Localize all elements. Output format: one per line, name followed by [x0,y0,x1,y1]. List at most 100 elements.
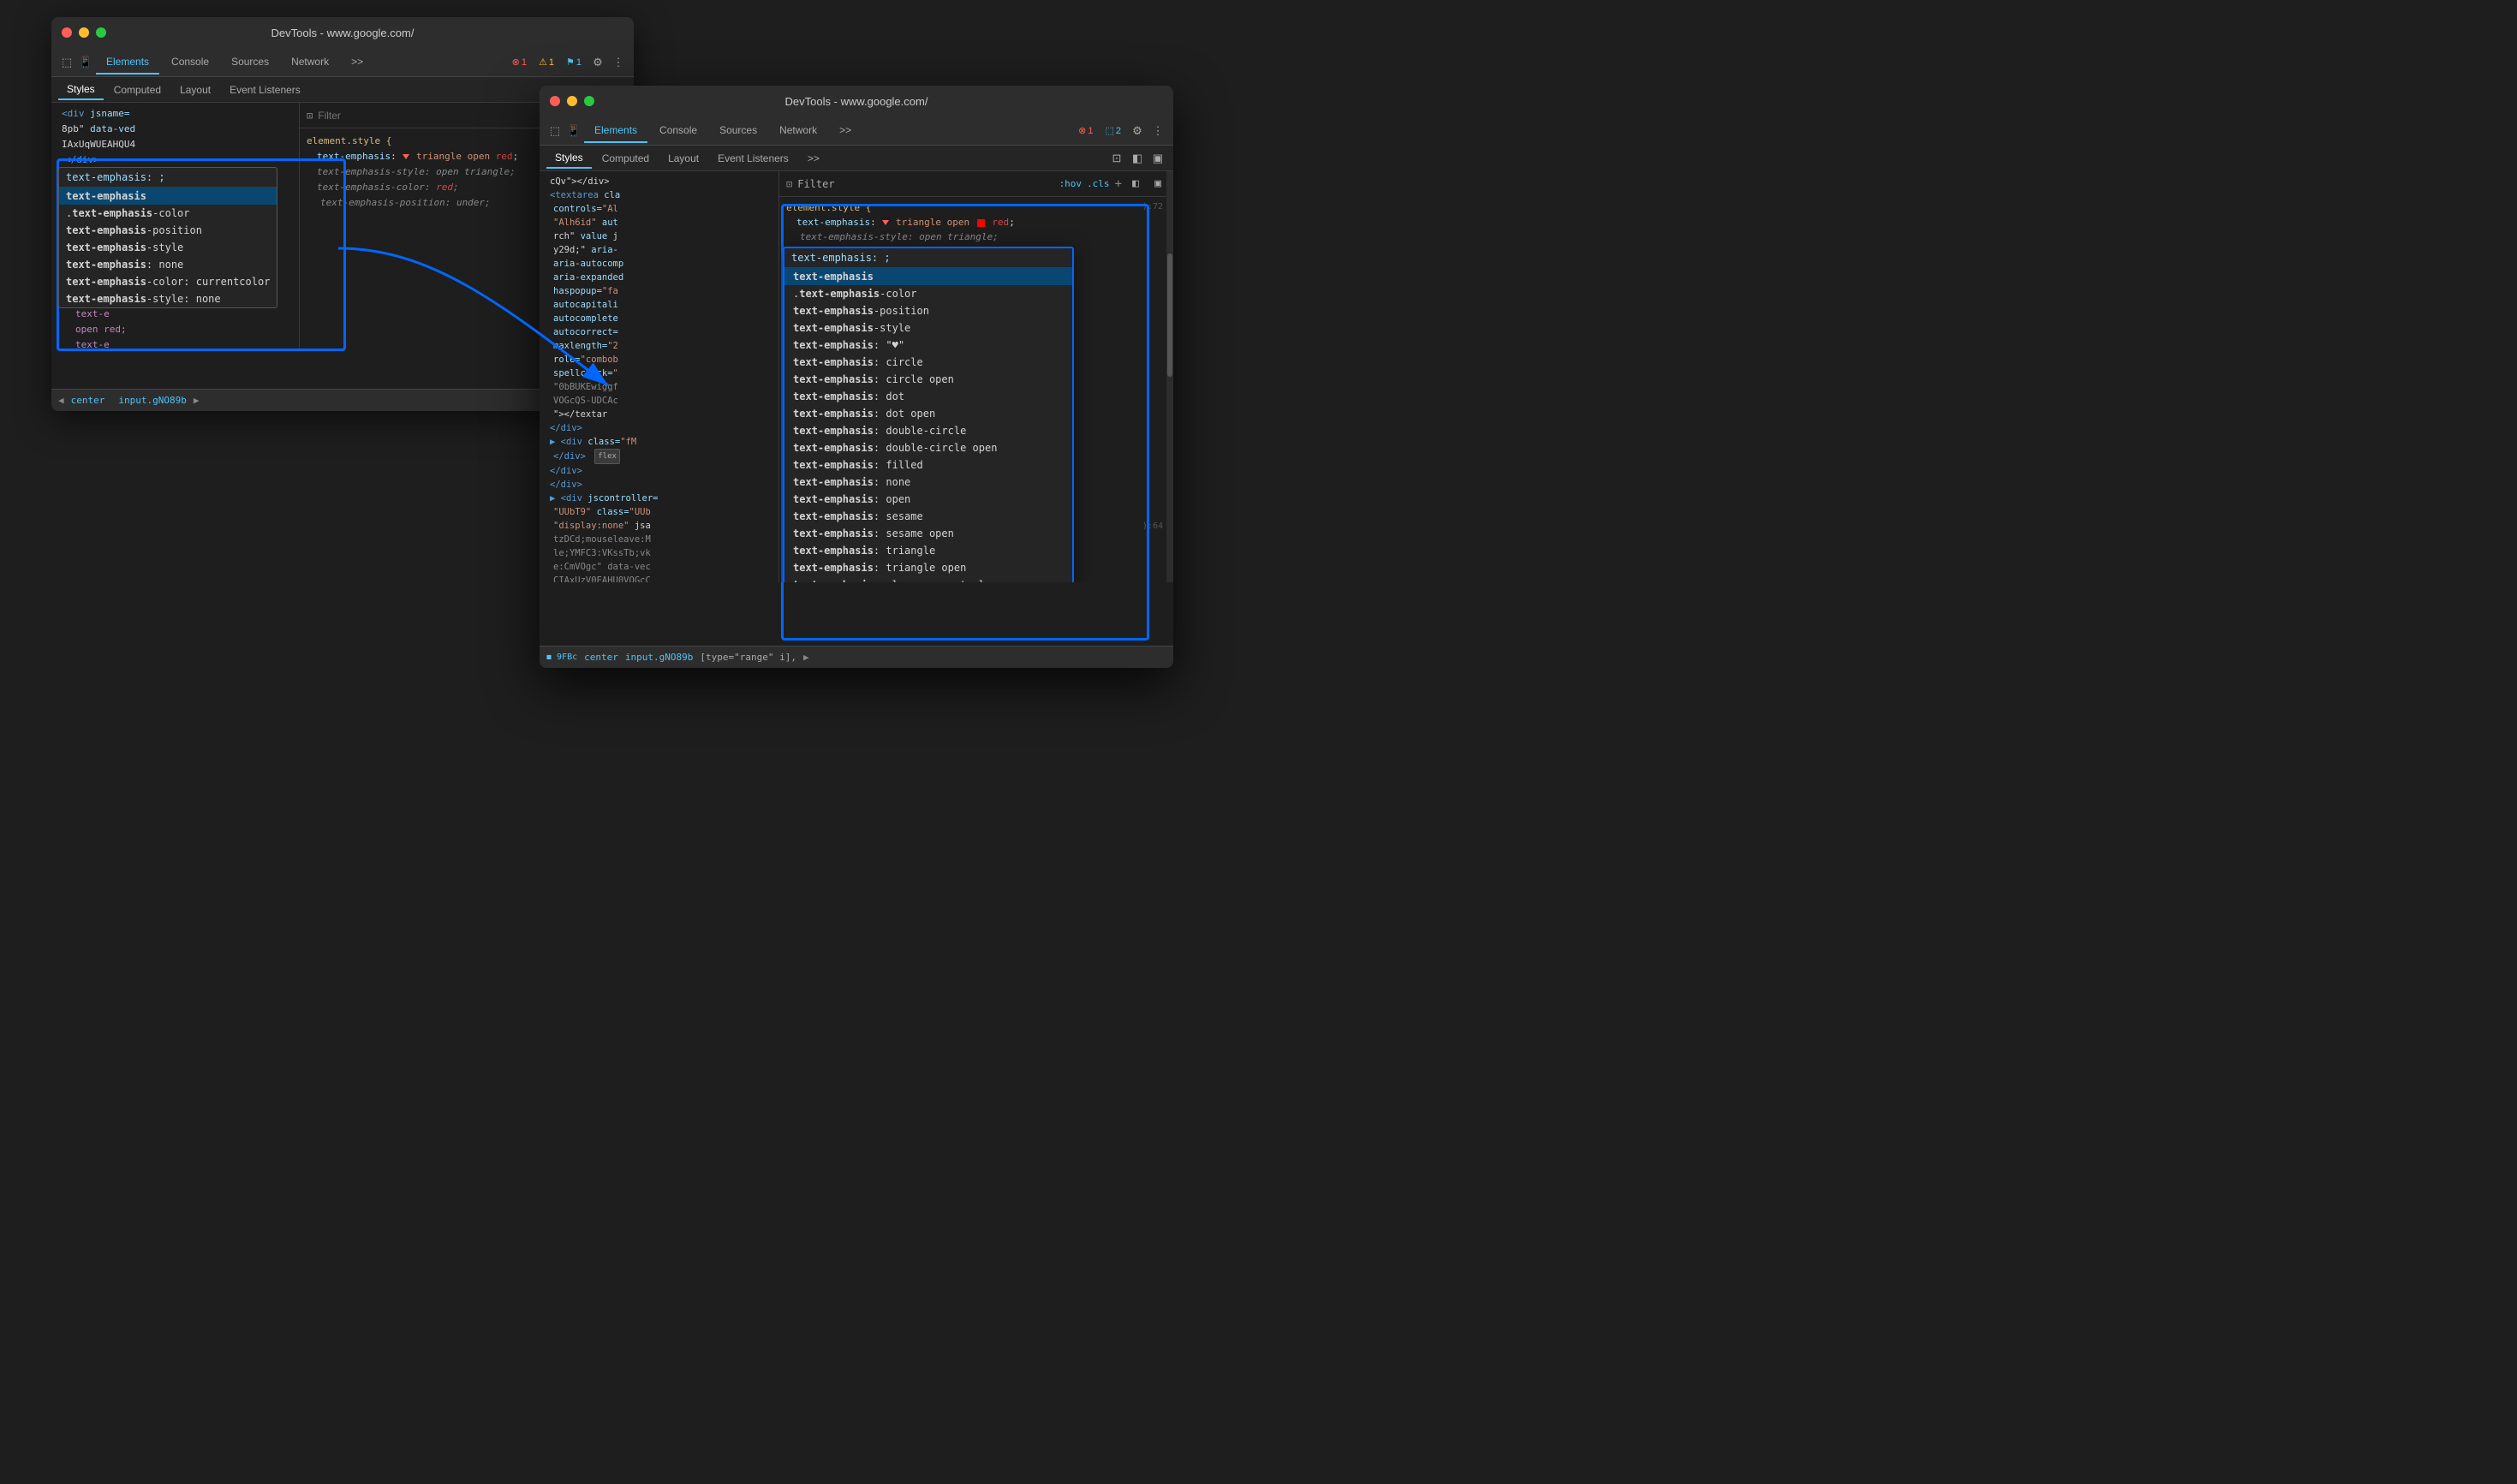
back-error-yellow: ⚠ 1 [534,55,558,69]
front-html-line: aria-autocomp [543,257,775,271]
front-html-line: </div> [543,478,775,492]
front-panel-btn1[interactable]: ◧ [1127,176,1144,193]
back-filter-icon: ⊡ [307,110,313,122]
front-styles-tab-event[interactable]: Event Listeners [709,149,797,168]
back-styles-tab-styles[interactable]: Styles [58,80,104,100]
front-error-red: ⊗ 1 [1074,123,1097,138]
front-ac-item-open[interactable]: text-emphasis: open [784,491,1072,508]
front-scrollbar-thumb[interactable] [1167,253,1172,377]
front-ac-item-color-current[interactable]: text-emphasis-color: currentcolor [784,576,1072,582]
front-tab-more[interactable]: >> [829,119,862,143]
html-line: text-e [55,307,295,322]
front-ac-item-dot-open[interactable]: text-emphasis: dot open [784,405,1072,422]
front-html-line: ▶ <div jscontroller= [543,492,775,505]
front-window-title: DevTools - www.google.com/ [785,95,928,108]
front-scrollbar[interactable] [1166,171,1173,582]
back-styles-tab-layout[interactable]: Layout [171,80,219,99]
front-html-line: rch" value j [543,229,775,243]
back-breadcrumb-input[interactable]: input.gNO89b [118,395,186,406]
front-ac-item-color[interactable]: .text-emphasis-color [784,285,1072,302]
front-filter-label: Filter [797,178,834,190]
front-maximize-button[interactable] [584,96,594,106]
front-html-line: y29d;" aria- [543,243,775,257]
front-ac-item-style[interactable]: text-emphasis-style [784,319,1072,337]
front-tab-elements[interactable]: Elements [584,119,647,143]
front-filter-icon[interactable]: ⊡ [1108,150,1125,167]
back-device-icon[interactable]: 📱 [77,54,94,71]
front-html-line: VOGcQS-UDCAc [543,394,775,408]
front-panel-icon[interactable]: ▣ [1149,150,1166,167]
maximize-button[interactable] [96,27,106,38]
front-ac-item-circle[interactable]: text-emphasis: circle [784,354,1072,371]
front-device-icon[interactable]: 📱 [565,122,582,140]
front-ac-item-double-circle-open[interactable]: text-emphasis: double-circle open [784,439,1072,456]
back-styles-tab-event[interactable]: Event Listeners [221,80,309,99]
front-breadcrumb-input[interactable]: input.gNO89b [625,652,693,663]
front-ac-item-filled[interactable]: text-emphasis: filled [784,456,1072,474]
front-ac-item-none[interactable]: text-emphasis: none [784,474,1072,491]
front-minimize-button[interactable] [567,96,577,106]
front-hov-btn[interactable]: :hov [1059,178,1083,189]
back-titlebar: DevTools - www.google.com/ [51,17,634,48]
front-css-selector: element.style { [786,200,1166,215]
back-nav-right[interactable]: ▶ [194,395,200,406]
front-element-selector-icon[interactable]: ⬚ [546,122,564,140]
front-ac-item-triangle[interactable]: text-emphasis: triangle [784,542,1072,559]
back-filter-input[interactable] [318,110,558,122]
front-styles-tab-styles[interactable]: Styles [546,148,592,169]
front-shadow-icon[interactable]: ◧ [1129,150,1146,167]
front-styles-tab-layout[interactable]: Layout [659,149,707,168]
back-styles-tab-computed[interactable]: Computed [105,80,170,99]
front-html-line: autocomplete [543,312,775,325]
front-settings-icon[interactable]: ⚙ [1129,122,1146,140]
back-tab-more[interactable]: >> [341,51,373,74]
front-ac-item-sesame[interactable]: text-emphasis: sesame [784,508,1072,525]
front-close-button[interactable] [550,96,560,106]
back-error-red: ⊗ 1 [508,55,531,69]
front-html-line: tzDCd;mouseleave:M [543,533,775,546]
front-styles-tab-chevron[interactable]: >> [799,149,828,168]
html-line: 8pb" data-ved [55,122,295,137]
back-tab-console[interactable]: Console [161,51,219,74]
front-nav-right[interactable]: ▶ [803,652,809,663]
front-css-prop-emphasis[interactable]: text-emphasis: triangle open red; [786,215,1166,229]
front-tab-console[interactable]: Console [649,119,707,143]
back-nav-left[interactable]: ◀ [58,395,64,406]
front-devtools-tabs: ⬚ 📱 Elements Console Sources Network >> … [540,116,1173,146]
back-element-selector-icon[interactable]: ⬚ [58,54,75,71]
back-more-icon[interactable]: ⋮ [610,54,627,71]
front-ac-item-circle-open[interactable]: text-emphasis: circle open [784,371,1072,388]
front-styles-tab-computed[interactable]: Computed [593,149,658,168]
front-ac-item-double-circle[interactable]: text-emphasis: double-circle [784,422,1072,439]
front-breadcrumb-center[interactable]: center [584,652,618,663]
front-html-line: "0bBUKEwiggf [543,380,775,394]
html-line: </div> [55,152,295,168]
back-tab-network[interactable]: Network [281,51,339,74]
close-button[interactable] [62,27,72,38]
front-tab-network[interactable]: Network [769,119,827,143]
front-more-icon[interactable]: ⋮ [1149,122,1166,140]
front-ac-item-dot[interactable]: text-emphasis: dot [784,388,1072,405]
back-breadcrumb-center[interactable]: center [71,395,105,406]
front-ac-item-sesame-open[interactable]: text-emphasis: sesame open [784,525,1072,542]
front-ac-item-heart[interactable]: text-emphasis: "♥" [784,337,1072,354]
back-tab-elements[interactable]: Elements [96,51,159,74]
front-styles-tabs: Styles Computed Layout Event Listeners >… [540,146,1173,171]
front-cls-btn[interactable]: .cls [1087,178,1110,189]
front-autocomplete[interactable]: text-emphasis: ; text-emphasis .text-emp… [783,247,1074,582]
front-ac-item-triangle-open[interactable]: text-emphasis: triangle open [784,559,1072,576]
front-add-rule-btn[interactable]: + [1115,177,1122,191]
front-tab-sources[interactable]: Sources [709,119,767,143]
back-tab-sources[interactable]: Sources [221,51,279,74]
front-breadcrumb-range: [type="range" i], [700,652,796,663]
front-html-panel: cQv"></div> <textarea cla controls="Al "… [540,171,779,582]
front-ac-item-position[interactable]: text-emphasis-position [784,302,1072,319]
front-ac-item-text-emphasis[interactable]: text-emphasis [784,268,1072,285]
back-settings-icon[interactable]: ⚙ [589,54,606,71]
front-panel-btn2[interactable]: ▣ [1149,176,1166,193]
front-line-num-2: ):64 [1142,521,1163,531]
minimize-button[interactable] [79,27,89,38]
html-line: text-e [55,337,295,351]
front-html-line: e:CmVOgc" data-vec [543,560,775,574]
front-ac-input: text-emphasis: ; [784,248,1072,268]
